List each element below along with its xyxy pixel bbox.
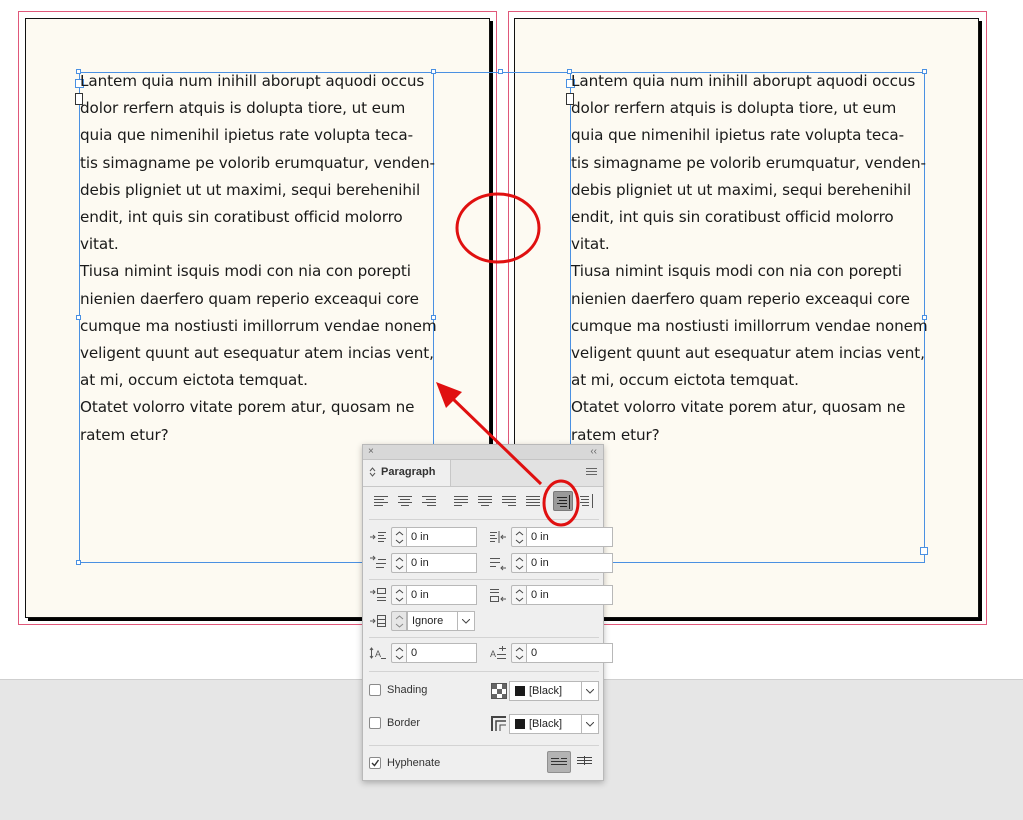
first-line-indent-control: 0 in xyxy=(369,553,479,573)
divider xyxy=(369,745,599,746)
first-line-indent-icon xyxy=(369,555,387,571)
tab-paragraph[interactable]: Paragraph xyxy=(363,460,451,486)
space-after-stepper[interactable] xyxy=(511,585,527,605)
shading-swatch-icon xyxy=(491,683,507,699)
hyphenate-checkbox[interactable] xyxy=(369,757,381,769)
divider xyxy=(369,579,599,580)
svg-text:A: A xyxy=(375,649,381,659)
border-color-value: [Black] xyxy=(529,718,563,730)
do-not-align-to-baseline-grid-button[interactable] xyxy=(547,751,571,773)
drop-cap-lines-stepper[interactable] xyxy=(391,643,407,663)
divider xyxy=(369,671,599,672)
border-label: Border xyxy=(387,717,421,729)
panel-tab-bar: Paragraph xyxy=(363,460,603,487)
space-before-control: 0 in xyxy=(369,585,479,605)
space-before-icon xyxy=(369,587,387,603)
border-color-select[interactable]: [Black] xyxy=(509,714,599,734)
svg-text:A: A xyxy=(490,649,496,659)
space-after-input[interactable]: 0 in xyxy=(527,585,613,605)
left-page-body-text[interactable]: Lantem quia num inihill aborupt aquodi o… xyxy=(80,68,440,449)
tab-toggle-icon[interactable] xyxy=(369,467,376,478)
first-line-indent-stepper[interactable] xyxy=(391,553,407,573)
right-indent-stepper[interactable] xyxy=(511,527,527,547)
frame-handle[interactable] xyxy=(498,69,503,74)
frame-handle[interactable] xyxy=(76,560,81,565)
border-checkbox[interactable] xyxy=(369,717,381,729)
justify-last-right-button[interactable] xyxy=(499,491,519,511)
drop-cap-chars-icon: A xyxy=(489,645,507,661)
align-center-button[interactable] xyxy=(395,491,415,511)
align-to-grid-stepper xyxy=(391,611,407,631)
last-line-indent-icon xyxy=(489,555,507,571)
align-to-baseline-grid-button[interactable] xyxy=(573,751,597,773)
shading-color-value: [Black] xyxy=(529,685,563,697)
shading-color-chip xyxy=(515,686,525,696)
last-line-indent-input[interactable]: 0 in xyxy=(527,553,613,573)
justify-all-button[interactable] xyxy=(523,491,543,511)
left-indent-input[interactable]: 0 in xyxy=(407,527,477,547)
divider xyxy=(369,637,599,638)
align-towards-spine-button[interactable] xyxy=(553,491,573,511)
align-away-from-spine-button[interactable] xyxy=(577,491,597,511)
right-indent-control: 0 in xyxy=(489,527,613,547)
border-swatch-icon xyxy=(491,716,507,732)
divider xyxy=(369,519,599,520)
chevron-down-icon[interactable] xyxy=(457,612,474,630)
right-indent-input[interactable]: 0 in xyxy=(527,527,613,547)
align-to-grid-select[interactable]: Ignore xyxy=(407,611,475,631)
drop-cap-chars-input[interactable]: 0 xyxy=(527,643,613,663)
first-line-indent-input[interactable]: 0 in xyxy=(407,553,477,573)
tab-label: Paragraph xyxy=(381,466,436,478)
drop-cap-chars-stepper[interactable] xyxy=(511,643,527,663)
chevron-down-icon[interactable] xyxy=(581,682,598,700)
collapse-icon[interactable]: ‹‹ xyxy=(590,445,597,459)
drop-cap-lines-control: A 0 xyxy=(369,643,479,663)
chevron-down-icon[interactable] xyxy=(581,715,598,733)
space-after-icon xyxy=(489,587,507,603)
justify-last-left-button[interactable] xyxy=(451,491,471,511)
left-indent-stepper[interactable] xyxy=(391,527,407,547)
align-to-grid-icon xyxy=(369,613,387,629)
frame-handle[interactable] xyxy=(920,547,928,555)
panel-title-bar[interactable]: × ‹‹ xyxy=(363,445,603,460)
drop-cap-lines-input[interactable]: 0 xyxy=(407,643,477,663)
last-line-indent-stepper[interactable] xyxy=(511,553,527,573)
align-to-grid-value: Ignore xyxy=(412,615,444,627)
space-after-control: 0 in xyxy=(489,585,613,605)
shading-label: Shading xyxy=(387,684,428,696)
shading-checkbox[interactable] xyxy=(369,684,381,696)
space-before-input[interactable]: 0 in xyxy=(407,585,477,605)
justify-last-center-button[interactable] xyxy=(475,491,495,511)
align-to-grid-control: Ignore xyxy=(369,611,479,631)
border-color-chip xyxy=(515,719,525,729)
right-indent-icon xyxy=(489,529,507,545)
right-page-body-text[interactable]: Lantem quia num inihill aborupt aquodi o… xyxy=(571,68,931,449)
left-indent-control: 0 in xyxy=(369,527,479,547)
align-right-button[interactable] xyxy=(419,491,439,511)
panel-menu-icon[interactable] xyxy=(586,468,597,477)
drop-cap-chars-control: A 0 xyxy=(489,643,613,663)
last-line-indent-control: 0 in xyxy=(489,553,613,573)
space-before-stepper[interactable] xyxy=(391,585,407,605)
paragraph-panel: × ‹‹ Paragraph 0 in 0 in 0 in 0 in 0 in … xyxy=(362,444,613,781)
hyphenate-label: Hyphenate xyxy=(387,757,441,769)
alignment-buttons xyxy=(369,491,601,513)
align-left-button[interactable] xyxy=(371,491,391,511)
close-icon[interactable]: × xyxy=(368,445,374,459)
drop-cap-lines-icon: A xyxy=(369,645,387,661)
shading-color-select[interactable]: [Black] xyxy=(509,681,599,701)
left-indent-icon xyxy=(369,529,387,545)
